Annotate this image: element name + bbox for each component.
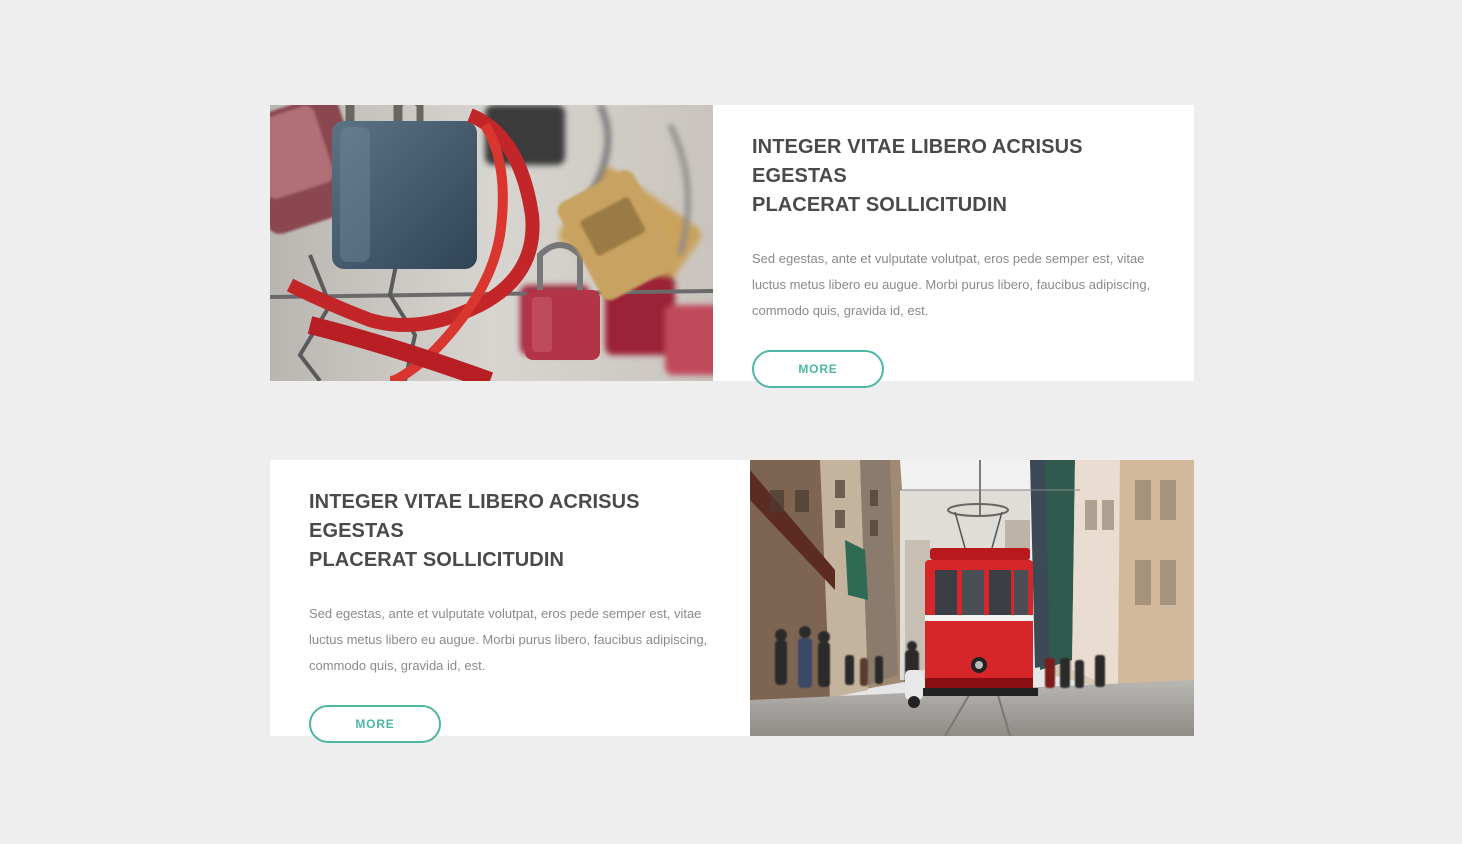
tram-street-illustration (750, 460, 1194, 736)
article-title-line-1: INTEGER VITAE LIBERO ACRISUS EGESTAS (752, 136, 1083, 187)
article-description: Sed egestas, ante et vulputate volutpat,… (309, 606, 708, 673)
tram-street-image (750, 460, 1194, 736)
article-text-2: INTEGER VITAE LIBERO ACRISUS EGESTAS PLA… (270, 460, 750, 743)
more-button[interactable]: MORE (752, 350, 884, 388)
article-description: Sed egestas, ante et vulputate volutpat,… (752, 251, 1151, 318)
article-title-line-2: PLACERAT SOLLICITUDIN (752, 194, 1008, 216)
article-title: INTEGER VITAE LIBERO ACRISUS EGESTAS PLA… (752, 133, 1164, 220)
article-card-1: INTEGER VITAE LIBERO ACRISUS EGESTAS PLA… (270, 105, 1194, 388)
article-card-2: INTEGER VITAE LIBERO ACRISUS EGESTAS PLA… (270, 460, 1194, 743)
article-title-line-2: PLACERAT SOLLICITUDIN (309, 549, 565, 571)
more-button[interactable]: MORE (309, 705, 441, 743)
article-title-line-1: INTEGER VITAE LIBERO ACRISUS EGESTAS (309, 491, 640, 542)
article-title: INTEGER VITAE LIBERO ACRISUS EGESTAS PLA… (309, 488, 720, 575)
padlocks-image (270, 105, 713, 381)
padlocks-illustration (270, 105, 713, 381)
article-text-1: INTEGER VITAE LIBERO ACRISUS EGESTAS PLA… (713, 105, 1194, 388)
